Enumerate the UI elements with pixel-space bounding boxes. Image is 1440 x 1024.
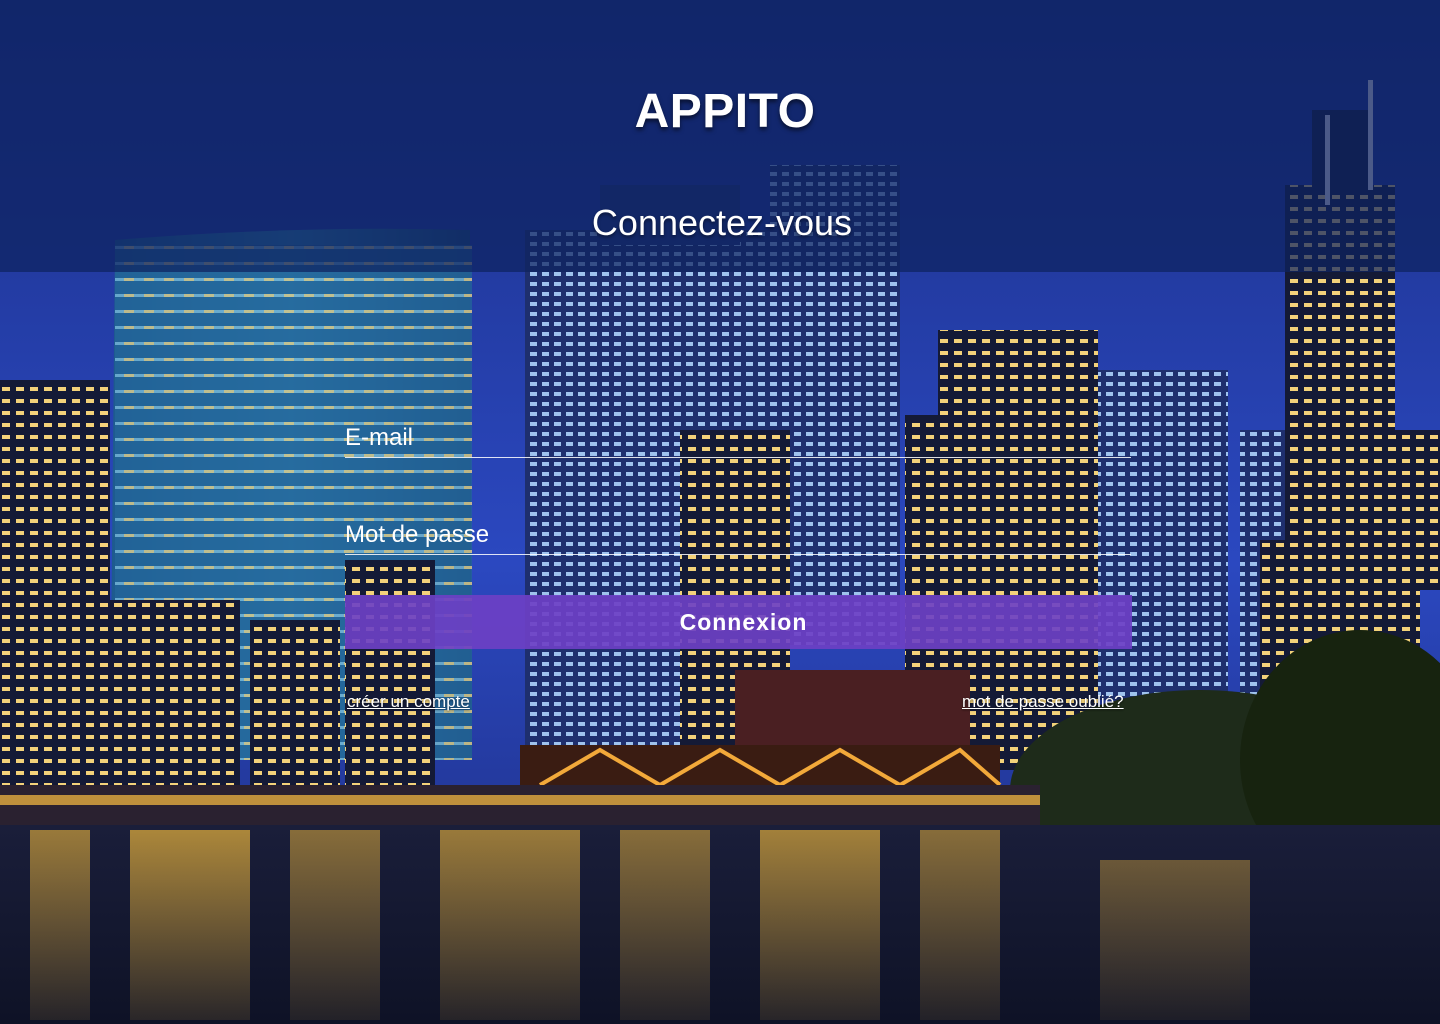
email-input[interactable] — [345, 424, 1131, 456]
login-button[interactable]: Connexion — [345, 595, 1132, 649]
login-page: APPITO Connectez-vous Connexion créer un… — [0, 0, 1440, 1024]
app-logo-title: APPITO — [634, 85, 816, 138]
login-heading: Connectez-vous — [591, 202, 853, 243]
forgot-password-link[interactable]: mot de passe oublié? — [962, 692, 1124, 712]
email-field — [345, 424, 1131, 458]
create-account-link[interactable]: créer un compte — [347, 692, 470, 712]
password-field — [345, 521, 1131, 555]
password-input[interactable] — [345, 521, 1131, 553]
